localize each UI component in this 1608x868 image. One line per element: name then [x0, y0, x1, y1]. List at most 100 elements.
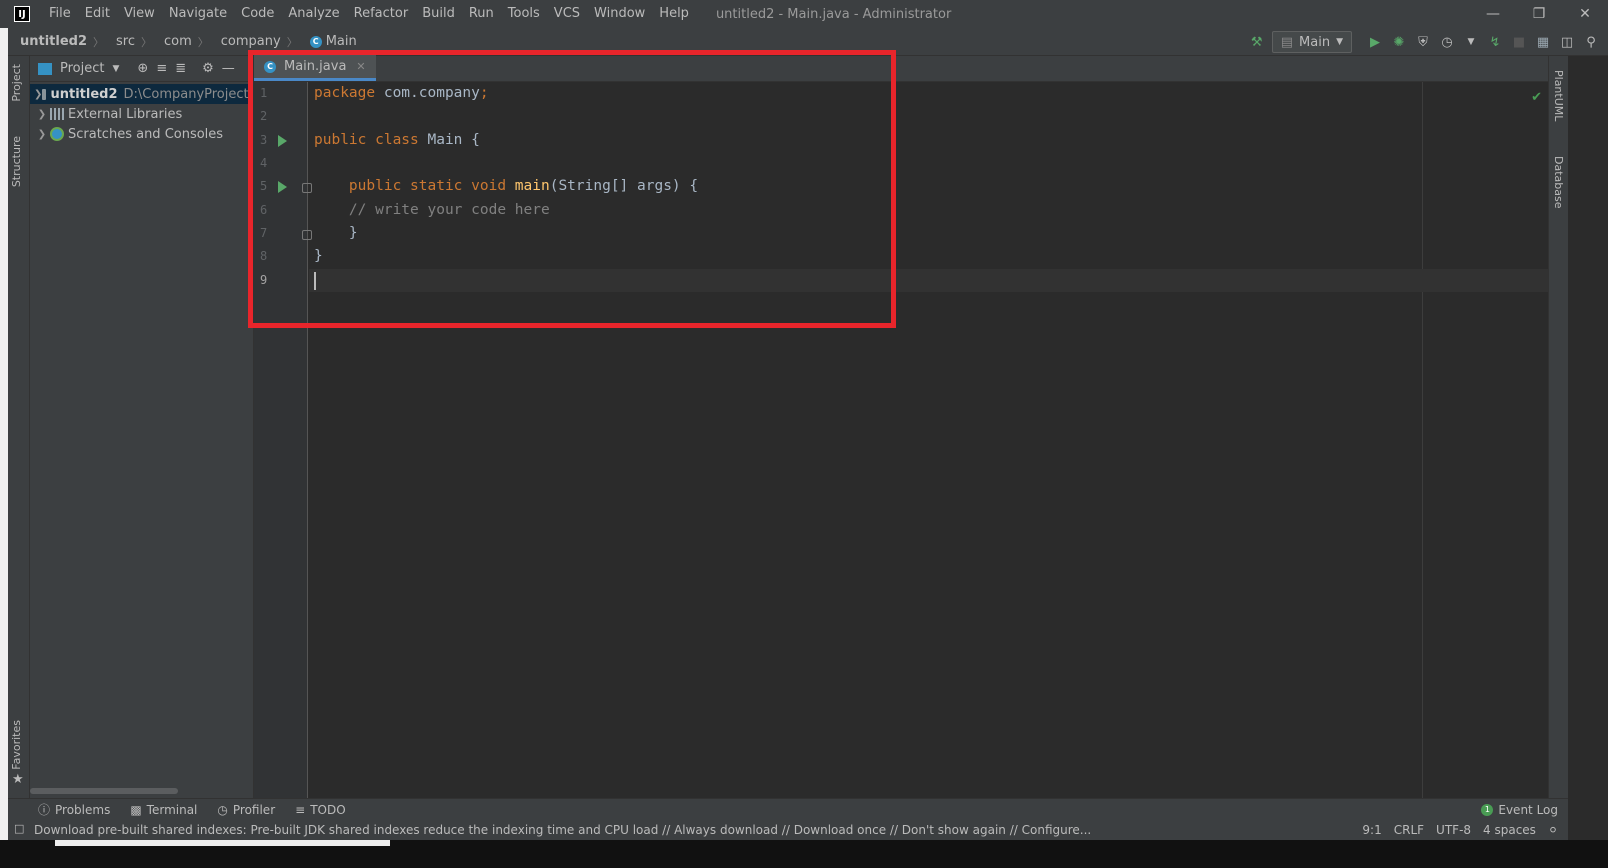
- tool-profiler[interactable]: ◷ Profiler: [207, 803, 285, 817]
- bottom-tool-bar: ⓘ Problems ▩ Terminal ◷ Profiler ≡ TODO 1 Ev…: [8, 798, 1568, 820]
- todo-list-icon: ≡: [295, 802, 306, 817]
- status-bar: □ Download pre-built shared indexes: Pre…: [8, 820, 1568, 840]
- menu-edit[interactable]: Edit: [78, 0, 117, 28]
- layout-icon[interactable]: ◫: [1558, 33, 1576, 51]
- more-run-chevron-icon[interactable]: ▼: [1462, 33, 1480, 51]
- menu-refactor[interactable]: Refactor: [347, 0, 416, 28]
- chevron-right-icon[interactable]: ❯: [34, 109, 50, 120]
- tree-item-path: D:\CompanyProject\: [123, 86, 253, 102]
- tab-structure[interactable]: Structure: [10, 136, 23, 187]
- project-panel: Project ▼ ⊕ ≡ ≣ ⚙ — ❯ untitled2 D:\Compa…: [30, 56, 254, 798]
- chevron-down-icon[interactable]: ▼: [112, 64, 119, 74]
- tab-database[interactable]: Database: [1552, 156, 1565, 209]
- tree-item-label: untitled2: [50, 86, 118, 102]
- event-count-badge: 1: [1481, 804, 1494, 816]
- run-config-select[interactable]: ▤ Main ▼: [1271, 31, 1352, 53]
- status-message[interactable]: Download pre-built shared indexes: Pre-b…: [34, 823, 1091, 837]
- profile-icon[interactable]: ◷: [1438, 33, 1456, 51]
- chevron-right-icon: 〉: [197, 35, 209, 49]
- tab-project[interactable]: Project: [10, 64, 23, 102]
- file-encoding[interactable]: UTF-8: [1436, 823, 1471, 837]
- intellij-logo-icon: IJ: [14, 6, 30, 22]
- menu-window[interactable]: Window: [587, 0, 652, 28]
- build-hammer-icon[interactable]: ⚒: [1248, 33, 1266, 51]
- tree-item-label: External Libraries: [68, 106, 183, 122]
- tool-terminal[interactable]: ▩ Terminal: [120, 803, 207, 817]
- menu-navigate[interactable]: Navigate: [162, 0, 234, 28]
- gear-icon[interactable]: ⚙: [202, 61, 214, 76]
- red-highlight-annotation: [248, 50, 896, 328]
- module-folder-icon: [42, 88, 47, 100]
- menu-file[interactable]: File: [42, 0, 78, 28]
- indent-setting[interactable]: 4 spaces: [1483, 823, 1536, 837]
- hide-panel-icon[interactable]: —: [222, 61, 235, 76]
- horizontal-scrollbar[interactable]: [30, 788, 178, 794]
- project-panel-header: Project ▼ ⊕ ≡ ≣ ⚙ —: [30, 56, 253, 82]
- menu-tools[interactable]: Tools: [501, 0, 547, 28]
- minimize-icon[interactable]: —: [1470, 0, 1516, 28]
- coverage-icon[interactable]: ⛨: [1414, 33, 1432, 51]
- chevron-right-icon[interactable]: ❯: [34, 129, 50, 140]
- window-controls: — ❐ ✕: [1470, 0, 1608, 28]
- project-panel-title[interactable]: Project: [60, 61, 104, 76]
- config-icon: ▤: [1280, 34, 1294, 50]
- screen-left-edge: [0, 28, 8, 868]
- tool-problems[interactable]: ⓘ Problems: [28, 801, 120, 818]
- lock-icon[interactable]: ⚪: [1548, 823, 1558, 837]
- breadcrumb-main[interactable]: C Main: [298, 34, 357, 49]
- tab-plantuml[interactable]: PlantUML: [1552, 70, 1565, 121]
- restore-icon[interactable]: ❐: [1516, 0, 1562, 28]
- menu-vcs[interactable]: VCS: [547, 0, 587, 28]
- locate-icon[interactable]: ⊕: [137, 61, 148, 76]
- tab-favorites[interactable]: Favorites: [10, 720, 23, 770]
- chevron-right-icon: 〉: [93, 35, 105, 49]
- chevron-right-icon[interactable]: ❯: [34, 89, 42, 100]
- stop-icon[interactable]: ■: [1510, 33, 1528, 51]
- run-toolbar: ⚒ ▤ Main ▼ ▶ ✺ ⛨ ◷ ▼ ↯ ■ ▦ ◫ ⚲: [1248, 28, 1600, 56]
- right-margin-guide: [1422, 82, 1423, 798]
- close-icon[interactable]: ✕: [1562, 0, 1608, 28]
- status-right-widgets: 9:1 CRLF UTF-8 4 spaces ⚪: [1362, 820, 1558, 840]
- expand-all-icon[interactable]: ≡: [156, 61, 167, 76]
- tree-item-untitled2[interactable]: ❯ untitled2 D:\CompanyProject\: [30, 84, 253, 104]
- tree-item-external-libraries[interactable]: ❯ External Libraries: [30, 104, 253, 124]
- star-icon: ★: [12, 772, 24, 787]
- java-class-icon: C: [309, 35, 322, 48]
- line-separator[interactable]: CRLF: [1394, 823, 1424, 837]
- left-tool-strip: Project Structure Favorites ★: [8, 56, 30, 798]
- breadcrumb-com[interactable]: com: [152, 34, 192, 49]
- menu-code[interactable]: Code: [234, 0, 281, 28]
- debug-bug-icon[interactable]: ✺: [1390, 33, 1408, 51]
- taskbar-segment: [55, 840, 390, 846]
- search-icon[interactable]: ⚲: [1582, 33, 1600, 51]
- chevron-down-icon: ▼: [1336, 37, 1343, 47]
- library-icon: [50, 108, 64, 120]
- project-view-icon: [38, 62, 52, 75]
- menu-help[interactable]: Help: [652, 0, 696, 28]
- breadcrumb-company[interactable]: company: [209, 34, 281, 49]
- menu-view[interactable]: View: [117, 0, 162, 28]
- profiler-icon: ◷: [217, 802, 228, 817]
- menu-run[interactable]: Run: [462, 0, 501, 28]
- menu-build[interactable]: Build: [415, 0, 462, 28]
- inspection-ok-check-icon[interactable]: ✔: [1531, 90, 1542, 105]
- tree-item-scratches[interactable]: ❯ Scratches and Consoles: [30, 124, 253, 144]
- attach-debugger-icon[interactable]: ↯: [1486, 33, 1504, 51]
- collapse-all-icon[interactable]: ≣: [175, 61, 186, 76]
- run-icon[interactable]: ▶: [1366, 33, 1384, 51]
- breadcrumb-src[interactable]: src: [104, 34, 135, 49]
- event-log-button[interactable]: 1 Event Log: [1481, 799, 1558, 821]
- status-toggle-icon[interactable]: □: [14, 822, 24, 835]
- project-structure-icon[interactable]: ▦: [1534, 33, 1552, 51]
- menu-analyze[interactable]: Analyze: [281, 0, 346, 28]
- chevron-right-icon: 〉: [286, 35, 298, 49]
- tool-todo[interactable]: ≡ TODO: [285, 803, 356, 817]
- caret-position[interactable]: 9:1: [1362, 823, 1381, 837]
- right-tool-strip: PlantUML Database: [1548, 56, 1568, 798]
- window-title: untitled2 - Main.java - Administrator: [715, 6, 952, 22]
- breadcrumb-project[interactable]: untitled2: [8, 34, 87, 49]
- scratches-icon: [50, 127, 64, 141]
- screen-right-edge: [1568, 28, 1608, 840]
- os-taskbar: [0, 840, 1608, 868]
- chevron-right-icon: 〉: [141, 35, 153, 49]
